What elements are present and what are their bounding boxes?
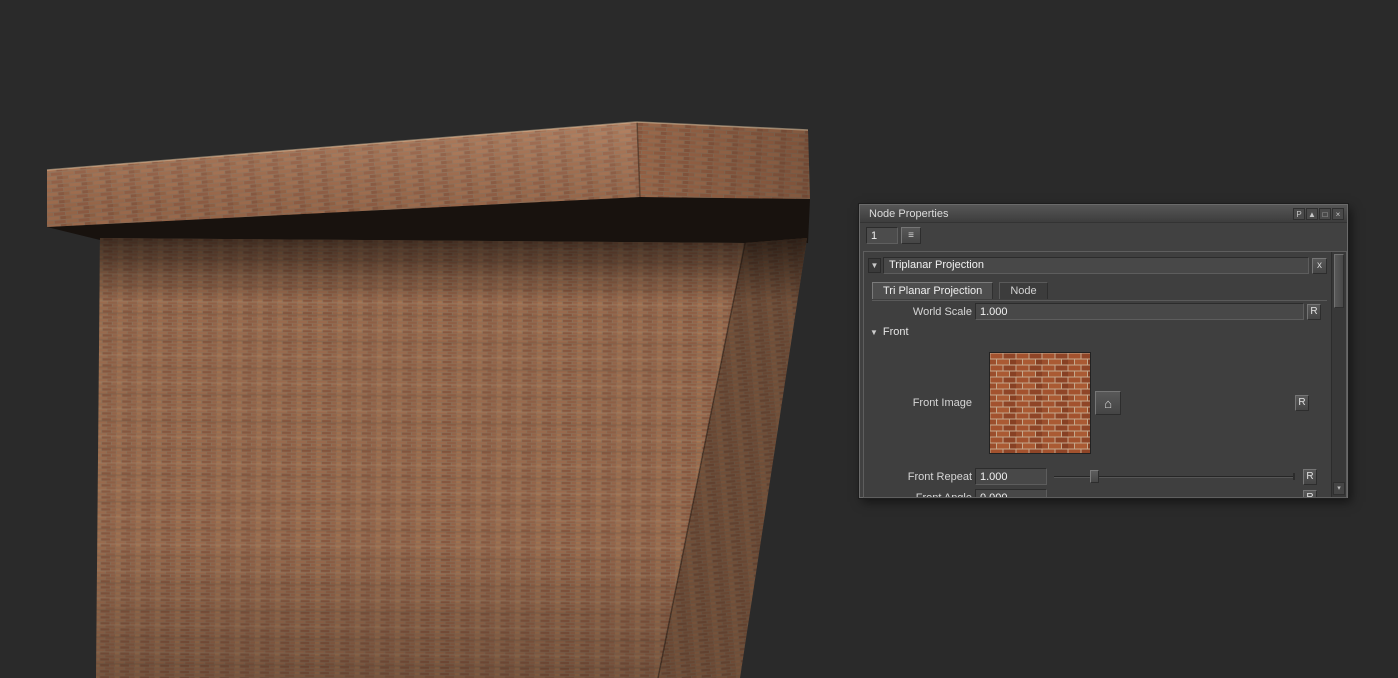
node-name-field[interactable]: Triplanar Projection <box>883 257 1309 274</box>
world-scale-input[interactable] <box>975 303 1304 320</box>
float-window-icon[interactable]: □ <box>1319 208 1331 220</box>
front-angle-label: Front Angle <box>864 492 972 499</box>
tab-node[interactable]: Node <box>999 282 1047 299</box>
front-angle-reset-button[interactable]: R <box>1303 490 1317 499</box>
node-id-input[interactable] <box>866 227 898 244</box>
slider-handle[interactable] <box>1090 470 1099 483</box>
front-angle-row: Front Angle R <box>864 489 1317 498</box>
front-repeat-reset-button[interactable]: R <box>1303 469 1317 485</box>
scrollbar-down-arrow[interactable]: ▾ <box>1333 482 1345 495</box>
front-image-label: Front Image <box>864 397 972 409</box>
world-scale-reset-button[interactable]: R <box>1307 304 1321 320</box>
front-angle-input[interactable] <box>975 489 1047 498</box>
window-controls: P ▲ □ × <box>1293 208 1344 220</box>
parameters-area: ▼ Triplanar Projection x Tri Planar Proj… <box>863 251 1347 498</box>
collapse-node-icon[interactable]: ▼ <box>868 258 881 273</box>
node-menu-button[interactable]: ≡ <box>901 227 921 244</box>
slider-endcap <box>1293 473 1295 480</box>
3d-viewport[interactable]: Node Properties P ▲ □ × ≡ ▼ Triplanar Pr… <box>0 0 1398 678</box>
world-scale-row: World Scale R <box>864 303 1321 320</box>
front-repeat-input[interactable] <box>975 468 1047 485</box>
scrollbar-thumb[interactable] <box>1334 254 1344 308</box>
front-repeat-slider[interactable] <box>1054 469 1295 484</box>
open-file-icon: ⌂ <box>1104 396 1112 411</box>
front-image-row: Front Image <box>864 352 1309 454</box>
front-collapse-icon[interactable]: ▼ <box>870 328 878 337</box>
wall-object[interactable] <box>47 122 810 678</box>
remove-node-button[interactable]: x <box>1312 258 1327 274</box>
front-image-reset-button[interactable]: R <box>1295 395 1309 411</box>
panel-scrollbar[interactable]: ▾ <box>1331 252 1346 497</box>
node-id-row: ≡ <box>866 227 921 244</box>
wall-bottom-fade <box>96 238 745 678</box>
browse-image-button[interactable]: ⌂ <box>1095 391 1121 415</box>
node-properties-panel: Node Properties P ▲ □ × ≡ ▼ Triplanar Pr… <box>859 204 1348 498</box>
panel-title: Node Properties <box>869 208 949 220</box>
tab-tri-planar-projection[interactable]: Tri Planar Projection <box>872 282 993 299</box>
shade-icon[interactable]: ▲ <box>1306 208 1318 220</box>
front-repeat-row: Front Repeat R <box>864 468 1317 485</box>
parameter-tabs: Tri Planar Projection Node <box>872 282 1327 301</box>
world-scale-label: World Scale <box>864 306 972 318</box>
front-section-header[interactable]: ▼ Front <box>870 326 909 338</box>
front-image-thumbnail[interactable] <box>989 352 1091 454</box>
pin-icon[interactable]: P <box>1293 208 1305 220</box>
brick-texture-preview <box>990 353 1090 453</box>
front-section-label: Front <box>883 326 909 338</box>
front-repeat-label: Front Repeat <box>864 471 972 483</box>
panel-titlebar[interactable]: Node Properties <box>860 205 1347 223</box>
node-header-row: ▼ Triplanar Projection x <box>868 257 1327 274</box>
close-icon[interactable]: × <box>1332 208 1344 220</box>
cap-side-shading <box>637 122 810 199</box>
